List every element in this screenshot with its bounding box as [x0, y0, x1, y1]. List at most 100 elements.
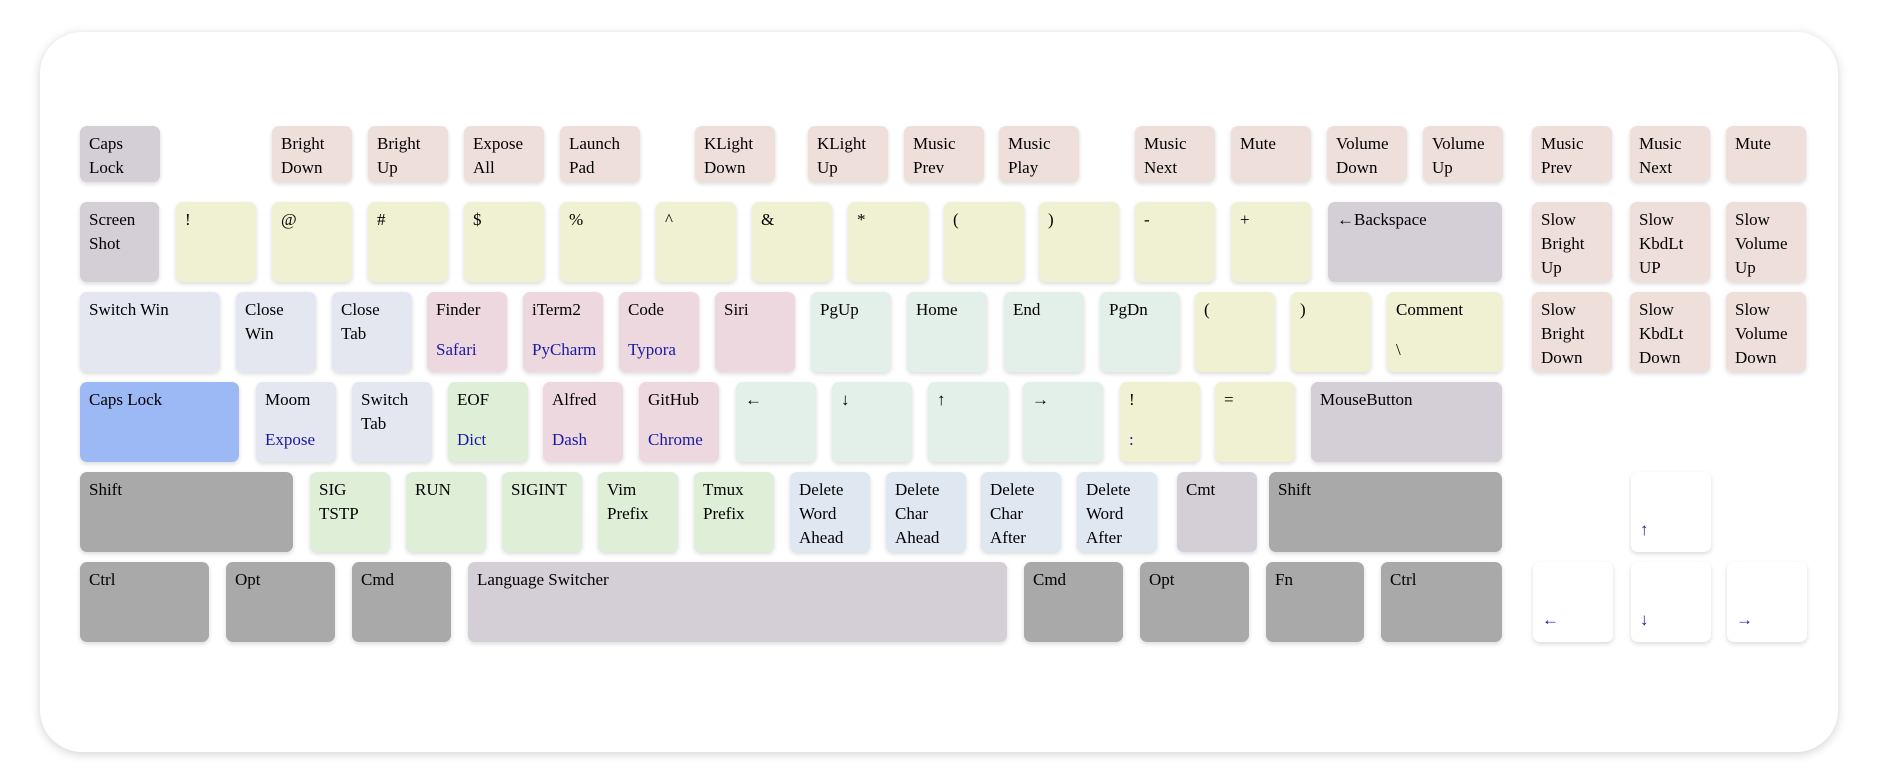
key-bright-down[interactable]: Bright Down: [272, 126, 352, 182]
key-vim-prefix[interactable]: Vim Prefix: [598, 472, 678, 552]
key-symbol[interactable]: →: [1727, 562, 1807, 642]
key-symbol[interactable]: &: [752, 202, 832, 282]
key-switch-tab[interactable]: Switch Tab: [352, 382, 432, 462]
key-mute[interactable]: Mute: [1726, 126, 1806, 182]
key-launch-pad[interactable]: Launch Pad: [560, 126, 640, 182]
key-label: Delete Word After: [1086, 480, 1131, 547]
key-siri[interactable]: Siri: [715, 292, 795, 372]
key-symbol[interactable]: ↑: [928, 382, 1008, 462]
key-label: SIGINT: [511, 480, 567, 499]
key-ctrl[interactable]: Ctrl: [1381, 562, 1502, 642]
key-moom[interactable]: Moom Expose: [256, 382, 336, 462]
key-symbol[interactable]: ↓: [1631, 562, 1711, 642]
key-klight-down[interactable]: KLight Down: [695, 126, 775, 182]
key-switch-win[interactable]: Switch Win: [80, 292, 220, 372]
key-slow-kbdlt-up[interactable]: Slow KbdLt UP: [1630, 202, 1710, 282]
key-symbol[interactable]: @: [272, 202, 352, 282]
key-symbol[interactable]: =: [1215, 382, 1295, 462]
key-close-win[interactable]: Close Win: [236, 292, 316, 372]
key-eof[interactable]: EOF Dict: [448, 382, 528, 462]
key-ctrl[interactable]: Ctrl: [80, 562, 209, 642]
key-volume-up[interactable]: Volume Up: [1423, 126, 1503, 182]
key-label: ←Backspace: [1337, 210, 1427, 229]
key-symbol[interactable]: $: [464, 202, 544, 282]
key-music-play[interactable]: Music Play: [999, 126, 1079, 182]
key-fn[interactable]: Fn: [1266, 562, 1364, 642]
key-symbol[interactable]: +: [1231, 202, 1311, 282]
key-slow-bright-up[interactable]: Slow Bright Up: [1532, 202, 1612, 282]
key-mousebutton[interactable]: MouseButton: [1311, 382, 1502, 462]
key-symbol[interactable]: (: [944, 202, 1024, 282]
key-mute[interactable]: Mute: [1231, 126, 1311, 182]
key-run[interactable]: RUN: [406, 472, 486, 552]
key-music-next[interactable]: Music Next: [1135, 126, 1215, 182]
key-symbol[interactable]: →: [1023, 382, 1103, 462]
key-caps-lock[interactable]: Caps Lock: [80, 382, 239, 462]
key-symbol[interactable]: ^: [656, 202, 736, 282]
key-language-switcher[interactable]: Language Switcher: [468, 562, 1007, 642]
key-opt[interactable]: Opt: [226, 562, 335, 642]
key-music-next[interactable]: Music Next: [1630, 126, 1710, 182]
key-music-prev[interactable]: Music Prev: [904, 126, 984, 182]
key-delete-char-ahead[interactable]: Delete Char Ahead: [886, 472, 966, 552]
key-screen-shot[interactable]: Screen Shot: [80, 202, 159, 282]
key-label: Slow Volume Up: [1735, 210, 1788, 277]
key-cmd[interactable]: Cmd: [1024, 562, 1123, 642]
key-tmux-prefix[interactable]: Tmux Prefix: [694, 472, 774, 552]
key-shift[interactable]: Shift: [80, 472, 293, 552]
key-slow-kbdlt-down[interactable]: Slow KbdLt Down: [1630, 292, 1710, 372]
key-symbol[interactable]: ): [1039, 202, 1119, 282]
key-end[interactable]: End: [1004, 292, 1084, 372]
key-klight-up[interactable]: KLight Up: [808, 126, 888, 182]
key-expose-all[interactable]: Expose All: [464, 126, 544, 182]
key-bright-up[interactable]: Bright Up: [368, 126, 448, 182]
key-label: Mute: [1735, 134, 1771, 153]
key-opt[interactable]: Opt: [1140, 562, 1249, 642]
key-music-prev[interactable]: Music Prev: [1532, 126, 1612, 182]
key-symbol[interactable]: -: [1135, 202, 1215, 282]
key-symbol[interactable]: ): [1291, 292, 1371, 372]
key-sig-tstp[interactable]: SIG TSTP: [310, 472, 390, 552]
key-symbol[interactable]: ↑: [1631, 472, 1711, 552]
key-label: Ctrl: [1390, 570, 1417, 589]
key-symbol[interactable]: !: [176, 202, 256, 282]
key-symbol[interactable]: *: [848, 202, 928, 282]
key-symbol[interactable]: ←: [736, 382, 816, 462]
key-label: @: [281, 210, 297, 229]
key-iterm2[interactable]: iTerm2 PyCharm: [523, 292, 603, 372]
key-delete-word-ahead[interactable]: Delete Word Ahead: [790, 472, 870, 552]
key-pgdn[interactable]: PgDn: [1100, 292, 1180, 372]
key-finder[interactable]: Finder Safari: [427, 292, 507, 372]
key-label: Shift: [89, 480, 123, 499]
key-symbol[interactable]: ←: [1533, 562, 1613, 642]
key-symbol[interactable]: %: [560, 202, 640, 282]
key-caps-lock[interactable]: Caps Lock: [80, 126, 160, 182]
key-shift[interactable]: Shift: [1269, 472, 1502, 552]
key-secondary-label: Expose: [265, 430, 316, 449]
key-slow-volume-up[interactable]: Slow Volume Up: [1726, 202, 1806, 282]
key-label: $: [473, 210, 482, 229]
key-label: Opt: [1149, 570, 1175, 589]
key-delete-word-after[interactable]: Delete Word After: [1077, 472, 1157, 552]
key-label: +: [1240, 210, 1250, 229]
key-slow-volume-down[interactable]: Slow Volume Down: [1726, 292, 1806, 372]
key-volume-down[interactable]: Volume Down: [1327, 126, 1407, 182]
key-delete-char-after[interactable]: Delete Char After: [981, 472, 1061, 552]
key-comment[interactable]: Comment \: [1387, 292, 1502, 372]
key-close-tab[interactable]: Close Tab: [332, 292, 412, 372]
key-github[interactable]: GitHub Chrome: [639, 382, 719, 462]
key-cmt[interactable]: Cmt: [1177, 472, 1257, 552]
key-backspace[interactable]: ←Backspace: [1328, 202, 1502, 282]
key-code[interactable]: Code Typora: [619, 292, 699, 372]
key-symbol[interactable]: ↓: [832, 382, 912, 462]
key-alfred[interactable]: Alfred Dash: [543, 382, 623, 462]
key-slow-bright-down[interactable]: Slow Bright Down: [1532, 292, 1612, 372]
key-home[interactable]: Home: [907, 292, 987, 372]
key-pgup[interactable]: PgUp: [811, 292, 891, 372]
key-cmd[interactable]: Cmd: [352, 562, 451, 642]
key-symbol[interactable]: #: [368, 202, 448, 282]
key-sigint[interactable]: SIGINT: [502, 472, 582, 552]
key-label: Slow Bright Up: [1541, 210, 1585, 277]
key-symbol[interactable]: !:: [1120, 382, 1200, 462]
key-symbol[interactable]: (: [1195, 292, 1275, 372]
